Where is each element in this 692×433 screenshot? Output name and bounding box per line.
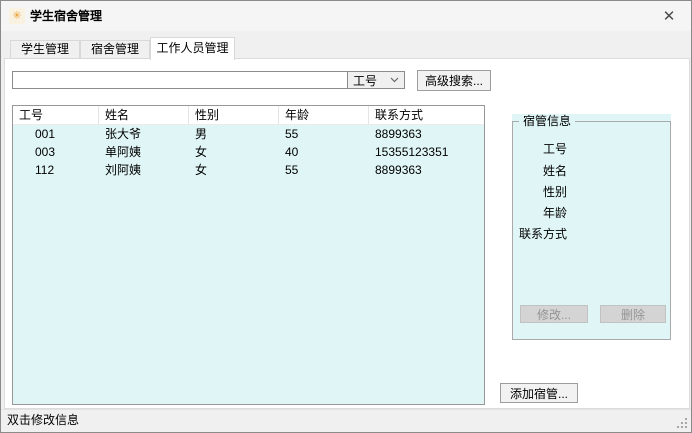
table-cell: 8899363 bbox=[375, 163, 422, 177]
column-header-name[interactable]: 姓名 bbox=[99, 106, 189, 124]
table-cell: 8899363 bbox=[375, 127, 422, 141]
table-row[interactable]: 001 张大爷 男 55 8899363 bbox=[13, 125, 484, 143]
column-header-gender[interactable]: 性别 bbox=[189, 106, 279, 124]
table-cell: 001 bbox=[35, 127, 56, 141]
resize-grip[interactable] bbox=[676, 417, 688, 429]
field-label-contact: 联系方式 bbox=[518, 227, 567, 241]
table-cell: 刘阿姨 bbox=[105, 163, 142, 177]
chevron-down-icon bbox=[390, 77, 399, 83]
staff-tab-page: 工号 高级搜索... 工号 姓名 性别 年龄 联系方式 001 张大爷 男 55… bbox=[4, 58, 690, 409]
table-cell: 张大爷 bbox=[105, 127, 142, 141]
tab-dorm-management[interactable]: 宿舍管理 bbox=[80, 40, 150, 59]
search-field-value: 工号 bbox=[353, 73, 378, 88]
close-icon: ✕ bbox=[662, 7, 676, 25]
close-button[interactable]: ✕ bbox=[652, 3, 686, 29]
modify-button[interactable]: 修改... bbox=[520, 305, 588, 323]
column-header-id[interactable]: 工号 bbox=[13, 106, 99, 124]
table-cell: 15355123351 bbox=[375, 145, 449, 159]
table-cell: 40 bbox=[285, 145, 299, 159]
table-header: 工号 姓名 性别 年龄 联系方式 bbox=[13, 106, 484, 125]
field-label-gender: 性别 bbox=[542, 185, 567, 199]
table-cell: 男 bbox=[195, 127, 208, 141]
table-row[interactable]: 003 单阿姨 女 40 15355123351 bbox=[13, 143, 484, 161]
field-label-age: 年龄 bbox=[542, 206, 567, 220]
table-cell: 003 bbox=[35, 145, 56, 159]
column-header-age[interactable]: 年龄 bbox=[279, 106, 369, 124]
status-bar: 双击修改信息 bbox=[1, 409, 691, 432]
status-text: 双击修改信息 bbox=[7, 413, 80, 427]
tab-student-management[interactable]: 学生管理 bbox=[10, 40, 80, 59]
add-manager-button[interactable]: 添加宿管... bbox=[500, 383, 578, 403]
window-title: 学生宿舍管理 bbox=[30, 9, 103, 23]
search-field-dropdown[interactable]: 工号 bbox=[347, 71, 405, 89]
table-cell: 55 bbox=[285, 127, 299, 141]
field-label-name: 姓名 bbox=[542, 164, 567, 178]
table-row[interactable]: 112 刘阿姨 女 55 8899363 bbox=[13, 161, 484, 179]
table-cell: 112 bbox=[35, 163, 55, 177]
table-cell: 单阿姨 bbox=[105, 145, 142, 159]
tab-staff-management[interactable]: 工作人员管理 bbox=[150, 37, 235, 60]
table-cell: 55 bbox=[285, 163, 299, 177]
table-cell: 女 bbox=[195, 145, 208, 159]
app-icon: ✳ bbox=[9, 8, 25, 24]
groupbox-title: 宿管信息 bbox=[519, 114, 576, 129]
app-window: ✳ 学生宿舍管理 ✕ 学生管理 宿舍管理 工作人员管理 工号 高级搜索... 工… bbox=[0, 0, 692, 433]
column-header-contact[interactable]: 联系方式 bbox=[369, 106, 484, 124]
delete-button[interactable]: 删除 bbox=[600, 305, 666, 323]
search-input[interactable] bbox=[12, 71, 348, 89]
field-label-id: 工号 bbox=[542, 142, 567, 156]
staff-table: 工号 姓名 性别 年龄 联系方式 001 张大爷 男 55 8899363 00… bbox=[12, 105, 485, 405]
advanced-search-button[interactable]: 高级搜索... bbox=[417, 70, 491, 91]
manager-info-groupbox: 宿管信息 工号 姓名 性别 年龄 联系方式 修改... 删除 bbox=[512, 114, 671, 340]
table-cell: 女 bbox=[195, 163, 208, 177]
title-bar: ✳ 学生宿舍管理 ✕ bbox=[1, 1, 691, 31]
